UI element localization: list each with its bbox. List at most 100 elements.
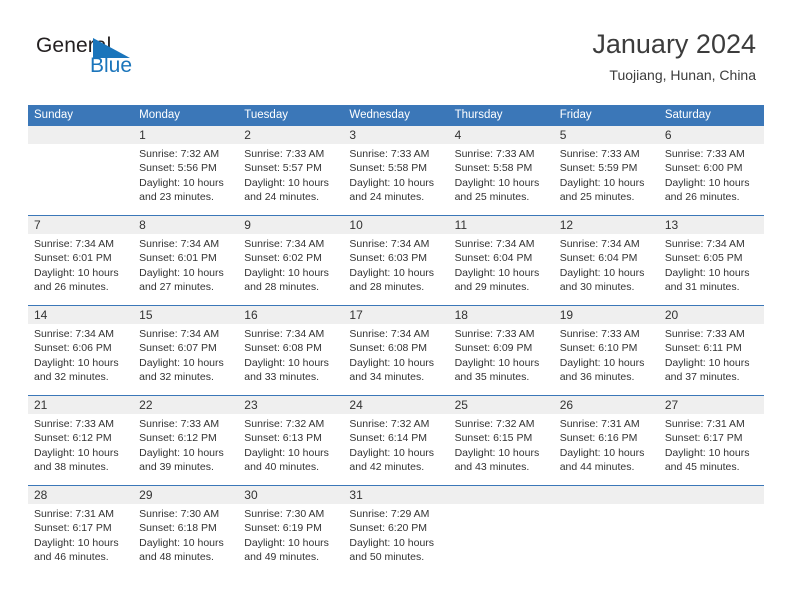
day-detail-band: Sunrise: 7:33 AM Sunset: 6:12 PM Daylight:…	[28, 414, 764, 485]
weekday-header-thursday: Thursday	[454, 109, 503, 121]
day-cell-20[interactable]: Sunrise: 7:33 AM Sunset: 6:11 PM Daylight:…	[659, 324, 764, 395]
day-info-line: Sunrise: 7:34 AM	[664, 238, 745, 250]
day-info-line: Daylight: 10 hours	[139, 266, 224, 279]
day-cell-25[interactable]: Sunrise: 7:32 AM Sunset: 6:15 PM Daylight:…	[449, 414, 554, 485]
day-info-line: and 33 minutes.	[244, 370, 319, 383]
day-cell-18[interactable]: Sunrise: 7:33 AM Sunset: 6:09 PM Daylight:…	[449, 324, 554, 395]
day-info-line: Sunset: 6:05 PM	[664, 252, 743, 265]
day-cell-23[interactable]: Sunrise: 7:32 AM Sunset: 6:13 PM Daylight:…	[238, 414, 343, 485]
day-number-20[interactable]: 20	[659, 306, 764, 324]
day-info-line: Sunset: 6:01 PM	[139, 252, 217, 265]
day-cell-7[interactable]: Sunrise: 7:34 AM Sunset: 6:01 PM Daylight:…	[28, 234, 133, 305]
day-number-24[interactable]: 24	[343, 396, 448, 414]
day-number-empty	[28, 126, 133, 144]
day-cell-28[interactable]: Sunrise: 7:31 AM Sunset: 6:17 PM Daylight:…	[28, 504, 133, 575]
day-number-28[interactable]: 28	[28, 486, 133, 504]
day-number-25[interactable]: 25	[449, 396, 554, 414]
day-info-line: Daylight: 10 hours	[349, 536, 435, 549]
day-cell-29[interactable]: Sunrise: 7:30 AM Sunset: 6:18 PM Daylight:…	[133, 504, 238, 575]
day-cell-9[interactable]: Sunrise: 7:34 AM Sunset: 6:02 PM Daylight:…	[238, 234, 343, 305]
day-number-8[interactable]: 8	[133, 216, 238, 234]
day-number-2[interactable]: 2	[238, 126, 343, 144]
day-info-line: Sunset: 6:16 PM	[559, 432, 638, 445]
day-cell-14[interactable]: Sunrise: 7:34 AM Sunset: 6:06 PM Daylight:…	[28, 324, 133, 395]
weekday-header-wednesday: Wednesday	[349, 109, 410, 121]
day-number-17[interactable]: 17	[343, 306, 448, 324]
day-cell-15[interactable]: Sunrise: 7:34 AM Sunset: 6:07 PM Daylight:…	[133, 324, 238, 395]
day-number-14[interactable]: 14	[28, 306, 133, 324]
day-number-18[interactable]: 18	[449, 306, 554, 324]
day-cell-31[interactable]: Sunrise: 7:29 AM Sunset: 6:20 PM Daylight:…	[343, 504, 448, 575]
day-number-band: 14 15 16 17 18 19 20	[28, 306, 764, 324]
day-number-10[interactable]: 10	[343, 216, 448, 234]
day-number-3[interactable]: 3	[343, 126, 448, 144]
day-number-29[interactable]: 29	[133, 486, 238, 504]
day-cell-3[interactable]: Sunrise: 7:33 AM Sunset: 5:58 PM Daylight:…	[343, 144, 448, 215]
day-cell-4[interactable]: Sunrise: 7:33 AM Sunset: 5:58 PM Daylight:…	[449, 144, 554, 215]
day-number-6[interactable]: 6	[659, 126, 764, 144]
day-info-line: Sunrise: 7:34 AM	[244, 328, 325, 340]
day-number-21[interactable]: 21	[28, 396, 133, 414]
day-cell-13[interactable]: Sunrise: 7:34 AM Sunset: 6:05 PM Daylight:…	[659, 234, 764, 305]
day-info-line: and 26 minutes.	[34, 280, 109, 293]
day-cell-16[interactable]: Sunrise: 7:34 AM Sunset: 6:08 PM Daylight:…	[238, 324, 343, 395]
day-info-line: Sunset: 6:20 PM	[349, 522, 428, 535]
day-number-31[interactable]: 31	[343, 486, 448, 504]
day-info-line: and 32 minutes.	[139, 370, 214, 383]
day-number-7[interactable]: 7	[28, 216, 133, 234]
day-info-line: and 49 minutes.	[244, 550, 319, 563]
day-info-line: Sunrise: 7:34 AM	[244, 238, 325, 250]
day-info-line: Sunset: 6:04 PM	[559, 252, 638, 265]
day-info-line: Sunrise: 7:29 AM	[349, 508, 430, 520]
day-number-15[interactable]: 15	[133, 306, 238, 324]
day-cell-1[interactable]: Sunrise: 7:32 AM Sunset: 5:56 PM Daylight:…	[133, 144, 238, 215]
day-cell-21[interactable]: Sunrise: 7:33 AM Sunset: 6:12 PM Daylight:…	[28, 414, 133, 485]
day-cell-2[interactable]: Sunrise: 7:33 AM Sunset: 5:57 PM Daylight:…	[238, 144, 343, 215]
day-cell-11[interactable]: Sunrise: 7:34 AM Sunset: 6:04 PM Daylight:…	[449, 234, 554, 305]
day-info-line: Daylight: 10 hours	[139, 536, 224, 549]
day-info-line: Sunrise: 7:34 AM	[139, 328, 220, 340]
day-number-30[interactable]: 30	[238, 486, 343, 504]
day-number-4[interactable]: 4	[449, 126, 554, 144]
day-number-19[interactable]: 19	[554, 306, 659, 324]
day-info-line: Sunset: 5:58 PM	[454, 162, 533, 175]
day-info-line: Sunset: 5:59 PM	[559, 162, 638, 175]
day-info-line: Sunrise: 7:33 AM	[454, 328, 535, 340]
day-cell-24[interactable]: Sunrise: 7:32 AM Sunset: 6:14 PM Daylight:…	[343, 414, 448, 485]
day-info-line: and 38 minutes.	[34, 460, 109, 473]
day-number-23[interactable]: 23	[238, 396, 343, 414]
day-cell-26[interactable]: Sunrise: 7:31 AM Sunset: 6:16 PM Daylight:…	[554, 414, 659, 485]
day-cell-8[interactable]: Sunrise: 7:34 AM Sunset: 6:01 PM Daylight:…	[133, 234, 238, 305]
day-cell-30[interactable]: Sunrise: 7:30 AM Sunset: 6:19 PM Daylight:…	[238, 504, 343, 575]
day-number-22[interactable]: 22	[133, 396, 238, 414]
day-info-line: Sunrise: 7:34 AM	[34, 328, 114, 340]
day-number-5[interactable]: 5	[554, 126, 659, 144]
day-number-9[interactable]: 9	[238, 216, 343, 234]
day-number-26[interactable]: 26	[554, 396, 659, 414]
day-number-band: 7 8 9 10 11 12 13	[28, 216, 764, 234]
day-number-27[interactable]: 27	[659, 396, 764, 414]
brand-logo[interactable]: General Blue	[36, 34, 156, 82]
day-info-line: and 26 minutes.	[664, 190, 740, 203]
day-info-line: Sunset: 6:17 PM	[664, 432, 743, 445]
day-cell-12[interactable]: Sunrise: 7:34 AM Sunset: 6:04 PM Daylight:…	[554, 234, 659, 305]
day-number-16[interactable]: 16	[238, 306, 343, 324]
day-info-line: Daylight: 10 hours	[349, 266, 435, 279]
day-cell-22[interactable]: Sunrise: 7:33 AM Sunset: 6:12 PM Daylight:…	[133, 414, 238, 485]
day-cell-10[interactable]: Sunrise: 7:34 AM Sunset: 6:03 PM Daylight:…	[343, 234, 448, 305]
day-info-line: Sunrise: 7:34 AM	[34, 238, 114, 250]
day-cell-17[interactable]: Sunrise: 7:34 AM Sunset: 6:08 PM Daylight:…	[343, 324, 448, 395]
day-info-line: and 31 minutes.	[664, 280, 740, 293]
day-cell-6[interactable]: Sunrise: 7:33 AM Sunset: 6:00 PM Daylight:…	[659, 144, 764, 215]
day-info-line: Sunrise: 7:34 AM	[349, 328, 430, 340]
day-number-11[interactable]: 11	[449, 216, 554, 234]
day-cell-19[interactable]: Sunrise: 7:33 AM Sunset: 6:10 PM Daylight:…	[554, 324, 659, 395]
day-cell-5[interactable]: Sunrise: 7:33 AM Sunset: 5:59 PM Daylight:…	[554, 144, 659, 215]
day-number-12[interactable]: 12	[554, 216, 659, 234]
day-info-line: Sunset: 6:02 PM	[244, 252, 322, 265]
day-cell-27[interactable]: Sunrise: 7:31 AM Sunset: 6:17 PM Daylight:…	[659, 414, 764, 485]
day-info-line: and 28 minutes.	[244, 280, 319, 293]
day-info-line: and 24 minutes.	[244, 190, 319, 203]
day-number-13[interactable]: 13	[659, 216, 764, 234]
day-number-1[interactable]: 1	[133, 126, 238, 144]
